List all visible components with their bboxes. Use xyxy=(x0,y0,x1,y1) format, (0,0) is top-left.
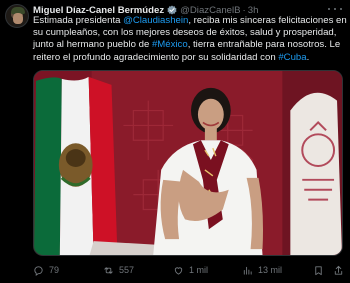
author-name[interactable]: Miguel Díaz-Canel Bermúdez xyxy=(33,5,164,16)
author-avatar[interactable] xyxy=(5,4,29,28)
tweet-text-line: reitero el profundo agradecimiento por s… xyxy=(33,52,345,64)
tweet-text: Estimada presidenta @Claudiashein, recib… xyxy=(33,15,347,64)
repost-button[interactable]: 557 xyxy=(103,262,134,278)
tweet-photo[interactable] xyxy=(33,70,343,256)
text-segment: junto al hermano pueblo de xyxy=(33,39,152,51)
verified-badge-icon xyxy=(167,5,177,15)
views-chart-icon xyxy=(243,266,252,275)
tweet-actions: 79 557 1 mil 13 mil xyxy=(33,262,345,278)
author-handle[interactable]: @DiazCanelB xyxy=(180,5,240,16)
tweet-text-line: junto al hermano pueblo de #México, tier… xyxy=(33,39,345,51)
tweet-text-line: Estimada presidenta @Claudiashein, recib… xyxy=(33,15,347,27)
mention-link[interactable]: @Claudiashein xyxy=(123,15,188,26)
reply-count: 79 xyxy=(49,265,60,275)
repost-icon xyxy=(104,266,113,274)
tweet-text-line: su cumpleaños, con los mejores deseos de… xyxy=(33,27,345,39)
separator-dot: · xyxy=(242,4,246,16)
text-segment: su cumpleaños, con los mejores deseos de… xyxy=(33,27,337,39)
share-button[interactable] xyxy=(333,262,349,278)
bookmark-icon xyxy=(315,265,322,275)
like-count: 1 mil xyxy=(189,265,209,275)
text-segment: . xyxy=(306,51,310,63)
text-segment: reitero el profundo agradecimiento por s… xyxy=(33,51,279,63)
bookmark-button[interactable] xyxy=(313,262,329,278)
like-button[interactable]: 1 mil xyxy=(173,262,208,278)
text-segment: , tierra entrañable para nosotros. Le xyxy=(187,39,341,51)
more-options-icon[interactable] xyxy=(328,4,342,14)
hashtag-link[interactable]: #Cuba xyxy=(278,52,306,63)
post-timestamp[interactable]: 3h xyxy=(248,5,259,16)
tweet: Miguel Díaz-Canel Bermúdez @DiazCanelB ·… xyxy=(0,0,350,283)
reply-button[interactable]: 79 xyxy=(33,262,59,278)
repost-count: 557 xyxy=(119,265,135,275)
text-segment: , reciba mis sinceras felicitaciones en xyxy=(188,15,347,26)
text-segment: Estimada presidenta xyxy=(33,15,124,26)
reply-icon xyxy=(34,265,43,276)
heart-icon xyxy=(174,266,183,275)
hashtag-link[interactable]: #México xyxy=(152,39,188,50)
share-icon xyxy=(334,265,343,275)
views-button[interactable]: 13 mil xyxy=(242,262,282,278)
view-count: 13 mil xyxy=(258,265,283,275)
